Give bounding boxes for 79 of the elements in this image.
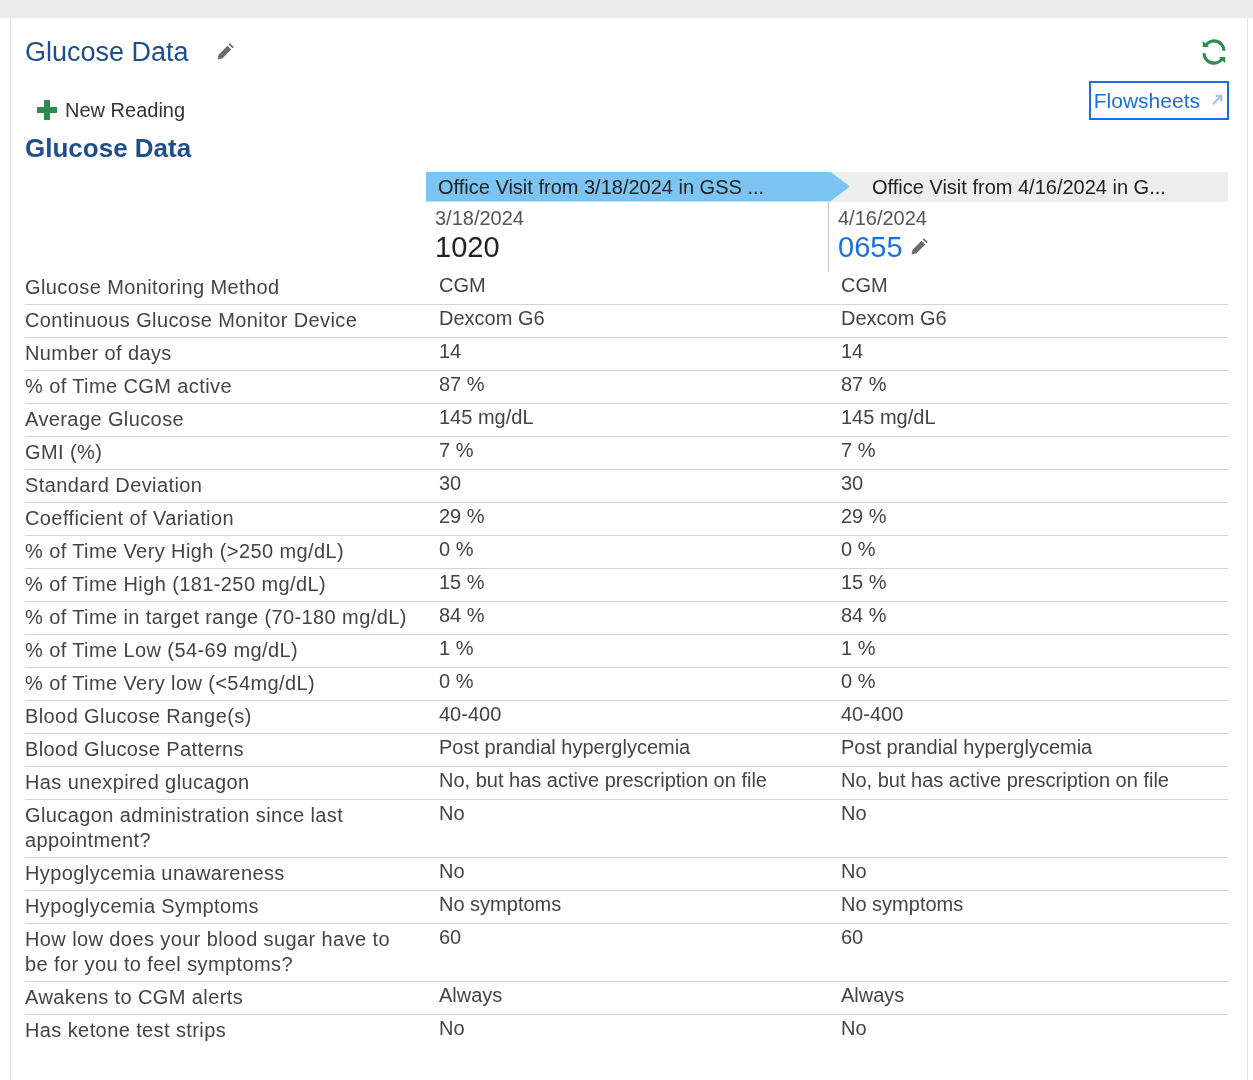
panel-title: Glucose Data	[25, 36, 189, 69]
row-label: Number of days	[25, 341, 172, 364]
table-cell: CGM	[841, 273, 888, 296]
table-cell: 40-400	[841, 702, 904, 725]
row-label: Standard Deviation	[25, 473, 203, 496]
table-cell: 0 %	[439, 669, 474, 692]
table-cell: No symptoms	[841, 892, 964, 915]
table-cell: 87 %	[841, 372, 887, 395]
table-cell: 40-400	[439, 702, 502, 725]
table-cell: Always	[841, 983, 905, 1006]
visit-date: 4/16/2024	[838, 205, 928, 230]
table-cell: Always	[439, 983, 503, 1006]
table-cell: 14	[841, 339, 864, 362]
visit-tab[interactable]: Office Visit from 4/16/2024 in G...	[828, 171, 1228, 202]
table-cell: 1 %	[841, 636, 876, 659]
external-link-icon	[1210, 93, 1224, 108]
table-cell: 30	[439, 471, 462, 494]
row-label: % of Time Very low (<54mg/dL)	[25, 671, 316, 694]
table-cell: 30	[841, 471, 864, 494]
visit-time: 1020	[435, 229, 500, 264]
table-cell: 84 %	[439, 603, 485, 626]
table-cell: 84 %	[841, 603, 887, 626]
row-label: % of Time CGM active	[25, 374, 232, 397]
table-cell: 14	[439, 339, 462, 362]
table-cell: No symptoms	[439, 892, 562, 915]
table-cell: 7 %	[841, 438, 876, 461]
table-cell: No	[841, 859, 867, 882]
table-cell: 7 %	[439, 438, 474, 461]
plus-icon	[37, 99, 57, 120]
row-label: Glucagon administration since last appointment?	[25, 803, 344, 851]
flowsheets-link[interactable]: Flowsheets	[1088, 80, 1229, 120]
table-cell: Dexcom G6	[841, 306, 947, 329]
table-cell: No	[841, 801, 867, 824]
section-title: Glucose Data	[25, 131, 193, 165]
row-label: % of Time Low (54-69 mg/dL)	[25, 638, 299, 661]
row-label: Coefficient of Variation	[25, 506, 234, 529]
row-label: Continuous Glucose Monitor Device	[25, 308, 358, 331]
table-cell: 15 %	[439, 570, 485, 593]
row-label: % of Time Very High (>250 mg/dL)	[25, 539, 345, 562]
table-cell: 60	[439, 925, 462, 948]
table-cell: No	[439, 859, 465, 882]
visit-date: 3/18/2024	[435, 205, 525, 230]
row-label: % of Time in target range (70-180 mg/dL)	[25, 605, 407, 628]
table-cell: 60	[841, 925, 864, 948]
table-cell: CGM	[439, 273, 486, 296]
table-cell: 15 %	[841, 570, 887, 593]
table-cell: 0 %	[439, 537, 474, 560]
table-cell: No	[439, 801, 465, 824]
row-label: Has ketone test strips	[25, 1018, 227, 1041]
table-cell: 1 %	[439, 636, 474, 659]
row-label: GMI (%)	[25, 440, 103, 463]
row-label: % of Time High (181-250 mg/dL)	[25, 572, 327, 595]
table-cell: 29 %	[841, 504, 887, 527]
table-cell: No, but has active prescription on file	[439, 768, 767, 791]
table-cell: 0 %	[841, 669, 876, 692]
visit-time[interactable]: 0655	[838, 229, 903, 264]
table-cell: Post prandial hyperglycemia	[841, 735, 1093, 758]
table-cell: 29 %	[439, 504, 485, 527]
new-reading-button[interactable]: New Reading	[37, 94, 186, 125]
table-cell: Post prandial hyperglycemia	[439, 735, 691, 758]
row-label: Glucose Monitoring Method	[25, 275, 280, 298]
row-label: Blood Glucose Patterns	[25, 737, 244, 760]
visit-tab[interactable]: Office Visit from 3/18/2024 in GSS ...	[426, 171, 850, 202]
table-cell: 0 %	[841, 537, 876, 560]
table-cell: No, but has active prescription on file	[841, 768, 1169, 791]
table-cell: 87 %	[439, 372, 485, 395]
row-label: How low does your blood sugar have to be for you to feel symptoms?	[25, 927, 390, 975]
table-cell: Dexcom G6	[439, 306, 545, 329]
refresh-icon[interactable]	[1199, 37, 1229, 68]
table-cell: No	[439, 1016, 465, 1039]
row-label: Average Glucose	[25, 407, 185, 430]
table-cell: No	[841, 1016, 867, 1039]
row-label: Blood Glucose Range(s)	[25, 704, 252, 727]
table-cell: 145 mg/dL	[439, 405, 534, 428]
row-label: Hypoglycemia unawareness	[25, 861, 285, 884]
row-label: Has unexpired glucagon	[25, 770, 250, 793]
table-cell: 145 mg/dL	[841, 405, 936, 428]
row-label: Awakens to CGM alerts	[25, 985, 244, 1008]
row-label: Hypoglycemia Symptoms	[25, 894, 260, 917]
